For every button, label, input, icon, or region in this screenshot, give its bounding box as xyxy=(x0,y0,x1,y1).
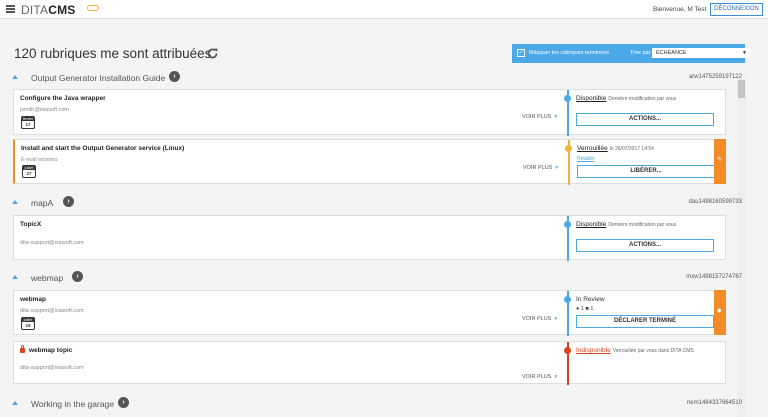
topic-title[interactable]: Install and start the Output Generator s… xyxy=(21,145,184,152)
owner-email: dita-support@ixiasoft.com xyxy=(20,308,84,314)
go-arrow-icon[interactable]: › xyxy=(72,271,83,282)
collapse-icon[interactable] xyxy=(12,200,18,204)
topic-title[interactable]: TopicX xyxy=(20,221,41,228)
timeline-dot xyxy=(564,221,571,228)
voir-plus-link[interactable]: VOIR PLUS ▾ xyxy=(522,114,557,120)
app-logo: DITACMS xyxy=(21,3,76,17)
voir-plus-link[interactable]: VOIR PLUS ▾ xyxy=(523,165,558,171)
group-id: arw1475259197122 xyxy=(688,74,742,80)
go-arrow-icon[interactable]: › xyxy=(118,397,129,408)
collapse-icon[interactable] xyxy=(12,275,18,279)
topic-title[interactable]: Configure the Java wrapper xyxy=(20,95,106,102)
chat-icon: ◆ xyxy=(717,308,722,314)
logout-button[interactable]: DÉCONNEXION xyxy=(710,3,763,16)
voir-plus-link[interactable]: VOIR PLUS ▾ xyxy=(522,316,557,322)
status-text: Disponible Dernière modification par vous xyxy=(576,95,677,102)
collapse-icon[interactable] xyxy=(12,75,18,79)
group-header[interactable]: Output Generator Installation Guide › ar… xyxy=(12,71,742,85)
hide-done-label: Masquer les rubriques terminées xyxy=(529,50,610,56)
comment-tab[interactable]: ◆ xyxy=(714,290,726,335)
chevron-down-icon: ▼ xyxy=(742,50,747,56)
collapse-icon[interactable] xyxy=(12,401,18,405)
owner-email: dita-support@ixiasoft.com xyxy=(20,365,84,371)
group-name: mapA xyxy=(31,198,54,208)
topic-title[interactable]: webmap topic xyxy=(29,347,72,354)
group-name: Output Generator Installation Guide xyxy=(31,73,166,83)
topic-title[interactable]: webmap xyxy=(20,296,46,303)
topic-card: webmap topic dita-support@ixiasoft.com V… xyxy=(13,341,726,385)
edit-tab[interactable]: ✎ xyxy=(714,139,726,184)
comment-icon: ■ xyxy=(585,306,589,312)
calendar-icon: juillet 19 xyxy=(21,317,35,330)
review-counters: ● 1 ■ 1 xyxy=(576,306,594,312)
sort-label: Trier par : xyxy=(630,50,654,56)
status-text: Disponible Dernière modification par vous xyxy=(576,221,677,228)
release-button[interactable]: LIBÉRER... xyxy=(577,165,715,178)
group-id: nem1484337664510 xyxy=(686,400,742,406)
voir-plus-link[interactable]: VOIR PLUS ▾ xyxy=(522,374,557,380)
lock-icon xyxy=(20,345,25,353)
status-text: Indisponible Verrouillée par vous dans DI… xyxy=(576,347,694,354)
sort-select[interactable]: ÉCHÉANCE ▼ xyxy=(652,48,750,58)
refresh-icon[interactable] xyxy=(206,47,219,60)
owner-email: E-mail inconnu xyxy=(21,157,58,163)
group-header[interactable]: webmap › mxw1498157274767 xyxy=(12,271,742,285)
calendar-icon: juillet 27 xyxy=(22,165,36,178)
go-arrow-icon[interactable]: › xyxy=(169,71,180,82)
owner-email: jsmith@ixiasoft.com xyxy=(20,107,69,113)
timeline-dot xyxy=(564,347,571,354)
pencil-icon: ✎ xyxy=(717,157,723,163)
owner-email: dita-support@ixiasoft.com xyxy=(20,240,84,246)
calendar-icon: février 17 xyxy=(21,116,35,129)
filter-bar: ✓ Masquer les rubriques terminées Trier … xyxy=(512,44,750,63)
declare-done-button[interactable]: DÉCLARER TERMINÉ xyxy=(576,315,714,328)
logo-infinity-icon xyxy=(87,5,99,11)
group-header[interactable]: mapA › dau1498160599733 xyxy=(12,196,742,210)
group-header[interactable]: Working in the garage › nem1484337664510 xyxy=(12,397,742,411)
group-name: Working in the garage xyxy=(31,399,115,409)
restore-link[interactable]: Rétablir xyxy=(577,156,594,162)
topic-card: Configure the Java wrapper jsmith@ixiaso… xyxy=(13,89,726,136)
status-text: In Review xyxy=(576,296,605,303)
group-id: dau1498160599733 xyxy=(688,199,742,205)
menu-icon[interactable] xyxy=(6,5,15,13)
timeline-dot xyxy=(564,296,571,303)
scrollbar-thumb[interactable] xyxy=(738,80,745,98)
topic-card: TopicX dita-support@ixiasoft.com Disponi… xyxy=(13,215,726,261)
actions-button[interactable]: ACTIONS... xyxy=(576,113,714,126)
top-bar: DITACMS Bienvenue, M Test DÉCONNEXION xyxy=(0,0,768,19)
actions-button[interactable]: ACTIONS... xyxy=(576,239,714,252)
page-title: 120 rubriques me sont attribuées xyxy=(14,46,212,61)
topic-card: Install and start the Output Generator s… xyxy=(13,139,726,185)
scrollbar-track[interactable] xyxy=(737,78,746,417)
status-text: Verrouillée le 26/07/2017 14:54 xyxy=(577,145,654,152)
hide-done-checkbox[interactable]: ✓ xyxy=(517,49,525,57)
group-id: mxw1498157274767 xyxy=(686,274,742,280)
go-arrow-icon[interactable]: › xyxy=(63,196,74,207)
topic-card: webmap dita-support@ixiasoft.com juillet… xyxy=(13,290,726,336)
timeline-dot xyxy=(565,145,572,152)
welcome-text: Bienvenue, M Test xyxy=(653,6,707,13)
timeline-dot xyxy=(564,95,571,102)
user-icon: ● xyxy=(576,306,580,312)
group-name: webmap xyxy=(31,273,64,283)
